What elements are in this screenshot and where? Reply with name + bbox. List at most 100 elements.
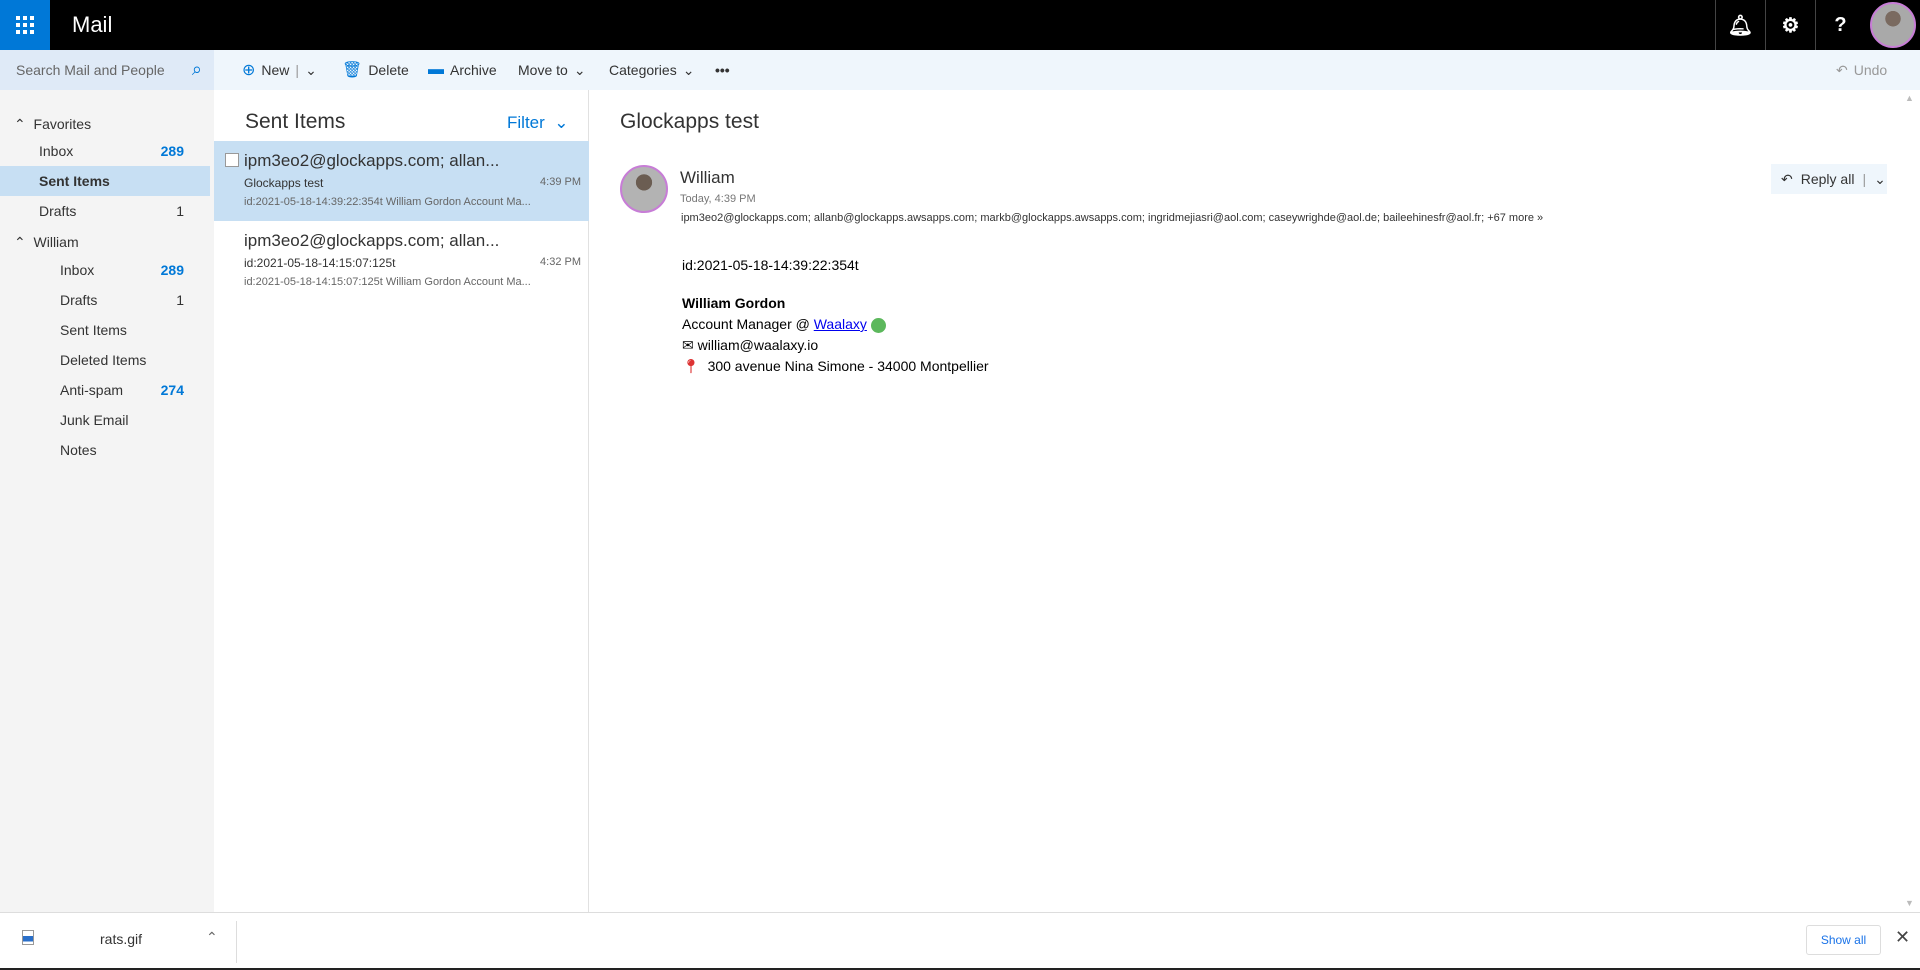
trash-icon: 🗑︎	[342, 62, 363, 79]
more-icon: •••	[715, 62, 730, 78]
file-icon	[22, 930, 34, 945]
app-launcher-button[interactable]	[0, 0, 50, 50]
reply-all-button[interactable]: ↶ Reply all | ⌄	[1771, 164, 1887, 194]
label: Notes	[60, 442, 97, 458]
gear-icon: ⚙	[1781, 14, 1800, 37]
delete-label: Delete	[368, 62, 409, 78]
message-preview: id:2021-05-18-14:39:22:354t William Gord…	[244, 196, 531, 208]
role-text: Account Manager @	[682, 316, 814, 332]
label: Drafts	[60, 292, 98, 308]
chevron-down-icon[interactable]: ⌄	[305, 62, 317, 79]
expand-icon[interactable]: »	[1537, 212, 1543, 224]
sidebar-item-fav-drafts[interactable]: Drafts 1	[0, 196, 210, 226]
email-text: william@waalaxy.io	[697, 337, 819, 353]
delete-button[interactable]: 🗑︎ Delete	[342, 50, 409, 90]
waffle-icon	[16, 16, 34, 34]
company-link[interactable]: Waalaxy	[814, 316, 867, 332]
message-subject: Glockapps test	[244, 176, 324, 190]
scroll-down-arrow[interactable]: ▼	[1905, 898, 1914, 908]
favorites-group[interactable]: ⌃ Favorites	[14, 116, 91, 133]
message-time: 4:39 PM	[540, 176, 581, 188]
undo-label: Undo	[1853, 62, 1888, 78]
message-from: ipm3eo2@glockapps.com; allan...	[244, 151, 500, 170]
archive-button[interactable]: ▬ Archive	[428, 50, 497, 90]
message-item[interactable]: ipm3eo2@glockapps.com; allan... Glockapp…	[214, 141, 589, 221]
search-icon[interactable]: ⌕	[192, 59, 202, 80]
sidebar-item-sent[interactable]: Sent Items	[0, 315, 210, 345]
address-text: 300 avenue Nina Simone - 34000 Montpelli…	[707, 358, 989, 374]
signature-name: William Gordon	[682, 295, 786, 311]
label: Sent Items	[39, 173, 110, 189]
bell-icon: 🔔︎	[1727, 14, 1754, 37]
select-checkbox[interactable]	[225, 153, 239, 167]
app-title: Mail	[72, 12, 113, 37]
label: Anti-spam	[60, 382, 124, 398]
more-button[interactable]: •••	[715, 50, 730, 90]
sidebar-item-fav-inbox[interactable]: Inbox 289	[0, 136, 210, 166]
folder-title: Sent Items	[245, 110, 346, 133]
filter-label: Filter	[507, 113, 545, 132]
unread-count: 289	[160, 143, 184, 159]
label: Drafts	[39, 203, 77, 219]
recipients-text: ipm3eo2@glockapps.com; allanb@glockapps.…	[681, 212, 1534, 224]
archive-label: Archive	[450, 62, 497, 78]
sidebar-item-junk[interactable]: Junk Email	[0, 405, 210, 435]
help-button[interactable]: ?	[1815, 0, 1865, 50]
settings-button[interactable]: ⚙	[1765, 0, 1815, 50]
unread-count: 289	[160, 262, 184, 278]
help-icon: ?	[1834, 13, 1847, 36]
chevron-down-icon: ⌄	[573, 61, 586, 78]
label: Inbox	[60, 262, 95, 278]
message-item[interactable]: ipm3eo2@glockapps.com; allan... id:2021-…	[214, 221, 589, 301]
signature-email: ✉ william@waalaxy.io	[682, 337, 818, 354]
categories-button[interactable]: Categories ⌄	[609, 50, 694, 90]
downloads-bar: rats.gif ⌃ Show all ✕	[0, 912, 1920, 970]
search-input[interactable]: Search Mail and People ⌕	[0, 50, 214, 90]
alien-icon	[870, 317, 886, 333]
chevron-down-icon: ⌄	[554, 113, 569, 132]
envelope-icon: ✉	[682, 337, 694, 353]
sender-avatar[interactable]	[620, 165, 668, 213]
filter-button[interactable]: Filter ⌄	[507, 113, 568, 133]
pin-icon: 📍︎	[682, 358, 700, 374]
label: Inbox	[39, 143, 74, 159]
divider	[236, 921, 237, 963]
sidebar-item-antispam[interactable]: Anti-spam 274	[0, 375, 210, 405]
plus-circle-icon: ⊕	[242, 62, 256, 79]
sender-name[interactable]: William	[680, 168, 735, 188]
sidebar-item-notes[interactable]: Notes	[0, 435, 210, 465]
chevron-up-icon[interactable]: ⌃	[206, 929, 218, 946]
account-avatar[interactable]	[1870, 2, 1916, 48]
archive-icon: ▬	[428, 61, 444, 78]
count: 1	[176, 292, 184, 308]
favorites-label: Favorites	[33, 116, 92, 132]
new-button[interactable]: ⊕ New | ⌄	[242, 50, 317, 90]
label: Deleted Items	[60, 352, 147, 368]
show-all-button[interactable]: Show all	[1806, 925, 1881, 955]
download-item[interactable]: rats.gif	[100, 931, 142, 947]
message-subject: id:2021-05-18-14:15:07:125t	[244, 256, 396, 270]
message-preview: id:2021-05-18-14:15:07:125t William Gord…	[244, 276, 531, 288]
signature-address: 📍︎ 300 avenue Nina Simone - 34000 Montpe…	[682, 358, 989, 375]
signature-role: Account Manager @ Waalaxy	[682, 316, 886, 333]
chevron-down-icon[interactable]: ⌄	[1874, 171, 1886, 188]
reading-subject: Glockapps test	[620, 110, 759, 133]
sidebar-item-inbox[interactable]: Inbox 289	[0, 255, 210, 285]
sidebar-item-drafts[interactable]: Drafts 1	[0, 285, 210, 315]
body-id: id:2021-05-18-14:39:22:354t	[682, 257, 859, 273]
reply-all-label: Reply all	[1800, 171, 1855, 187]
message-time: 4:32 PM	[540, 256, 581, 268]
undo-button[interactable]: ↶ Undo	[1836, 50, 1887, 90]
notifications-button[interactable]: 🔔︎	[1715, 0, 1765, 50]
undo-icon: ↶	[1836, 61, 1848, 78]
sidebar-item-fav-sent[interactable]: Sent Items	[0, 166, 210, 196]
recipients[interactable]: ipm3eo2@glockapps.com; allanb@glockapps.…	[681, 212, 1543, 224]
move-to-button[interactable]: Move to ⌄	[518, 50, 586, 90]
categories-label: Categories	[609, 62, 677, 78]
new-label: New	[261, 62, 290, 78]
sidebar-item-deleted[interactable]: Deleted Items	[0, 345, 210, 375]
close-icon[interactable]: ✕	[1895, 927, 1910, 948]
scroll-up-arrow[interactable]: ▲	[1905, 93, 1914, 103]
message-from: ipm3eo2@glockapps.com; allan...	[244, 231, 500, 250]
account-group[interactable]: ⌃ William	[14, 234, 79, 251]
